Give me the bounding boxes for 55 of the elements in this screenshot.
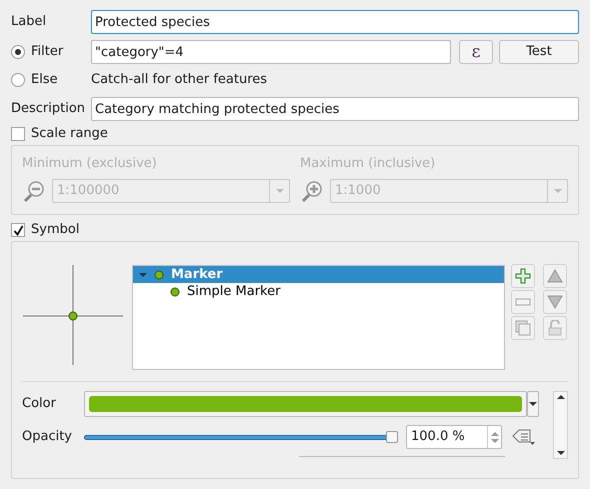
else-description: Catch-all for other features <box>91 71 268 90</box>
layer-name: Simple Marker <box>187 282 280 301</box>
move-up-button[interactable] <box>543 264 567 288</box>
zoom-out-icon <box>22 178 46 202</box>
expression-button[interactable]: ε <box>459 40 493 64</box>
radio-label: Else <box>31 71 58 90</box>
scrollbar[interactable] <box>553 391 568 459</box>
marker-dot-icon <box>170 286 180 296</box>
color-menu-button[interactable] <box>527 391 539 417</box>
add-layer-button[interactable] <box>511 264 535 288</box>
expand-arrow-icon[interactable] <box>139 270 147 278</box>
radio-button[interactable] <box>11 45 25 59</box>
marker-dot-icon <box>154 270 164 280</box>
remove-layer-button[interactable] <box>511 290 535 314</box>
slider-handle[interactable] <box>386 431 398 443</box>
field-label: Label <box>11 13 48 32</box>
field-label: Description <box>11 100 86 118</box>
scroll-up-icon[interactable] <box>556 392 564 402</box>
opacity-spinbox[interactable]: 100.0 % <box>406 425 502 449</box>
filter-field[interactable]: "category"=4 <box>91 40 451 64</box>
duplicate-layer-button[interactable] <box>511 316 535 340</box>
zoom-in-icon <box>300 178 324 202</box>
scale-caption: Maximum (inclusive) <box>300 155 436 173</box>
symbol-layer-item[interactable]: Marker <box>133 266 504 283</box>
unlocked-padlock-icon <box>547 320 563 336</box>
radio-button[interactable] <box>11 73 25 87</box>
minus-icon <box>515 298 531 306</box>
opacity-slider[interactable] <box>84 430 400 444</box>
layer-name: Marker <box>171 266 223 284</box>
radio-label: Filter <box>31 43 64 62</box>
description-field[interactable]: Category matching protected species <box>91 97 579 121</box>
up-triangle-icon <box>547 269 563 283</box>
spin-up-icon[interactable] <box>490 432 498 436</box>
caret-icon <box>554 188 562 192</box>
checkbox[interactable] <box>11 127 25 141</box>
checkbox-label: Symbol <box>31 221 80 240</box>
checkbox[interactable] <box>11 223 25 237</box>
field-label: Opacity <box>22 428 74 446</box>
color-button[interactable] <box>84 391 527 417</box>
data-defined-icon[interactable] <box>512 428 536 446</box>
scroll-down-icon[interactable] <box>556 448 564 458</box>
symbol-layer-item[interactable]: Simple Marker <box>133 283 504 300</box>
plus-icon <box>515 268 531 284</box>
test-button[interactable]: Test <box>499 40 579 64</box>
down-triangle-icon <box>547 295 563 309</box>
checkbox-label: Scale range <box>31 125 108 144</box>
lock-button[interactable] <box>543 316 567 340</box>
move-down-button[interactable] <box>543 290 567 314</box>
caret-icon <box>529 402 537 406</box>
copy-icon <box>515 320 531 336</box>
scale-caption: Minimum (exclusive) <box>22 155 158 173</box>
label-field[interactable]: Protected species <box>91 10 579 34</box>
field-label: Color <box>22 395 57 414</box>
spin-down-icon[interactable] <box>490 438 498 442</box>
caret-icon <box>276 188 284 192</box>
